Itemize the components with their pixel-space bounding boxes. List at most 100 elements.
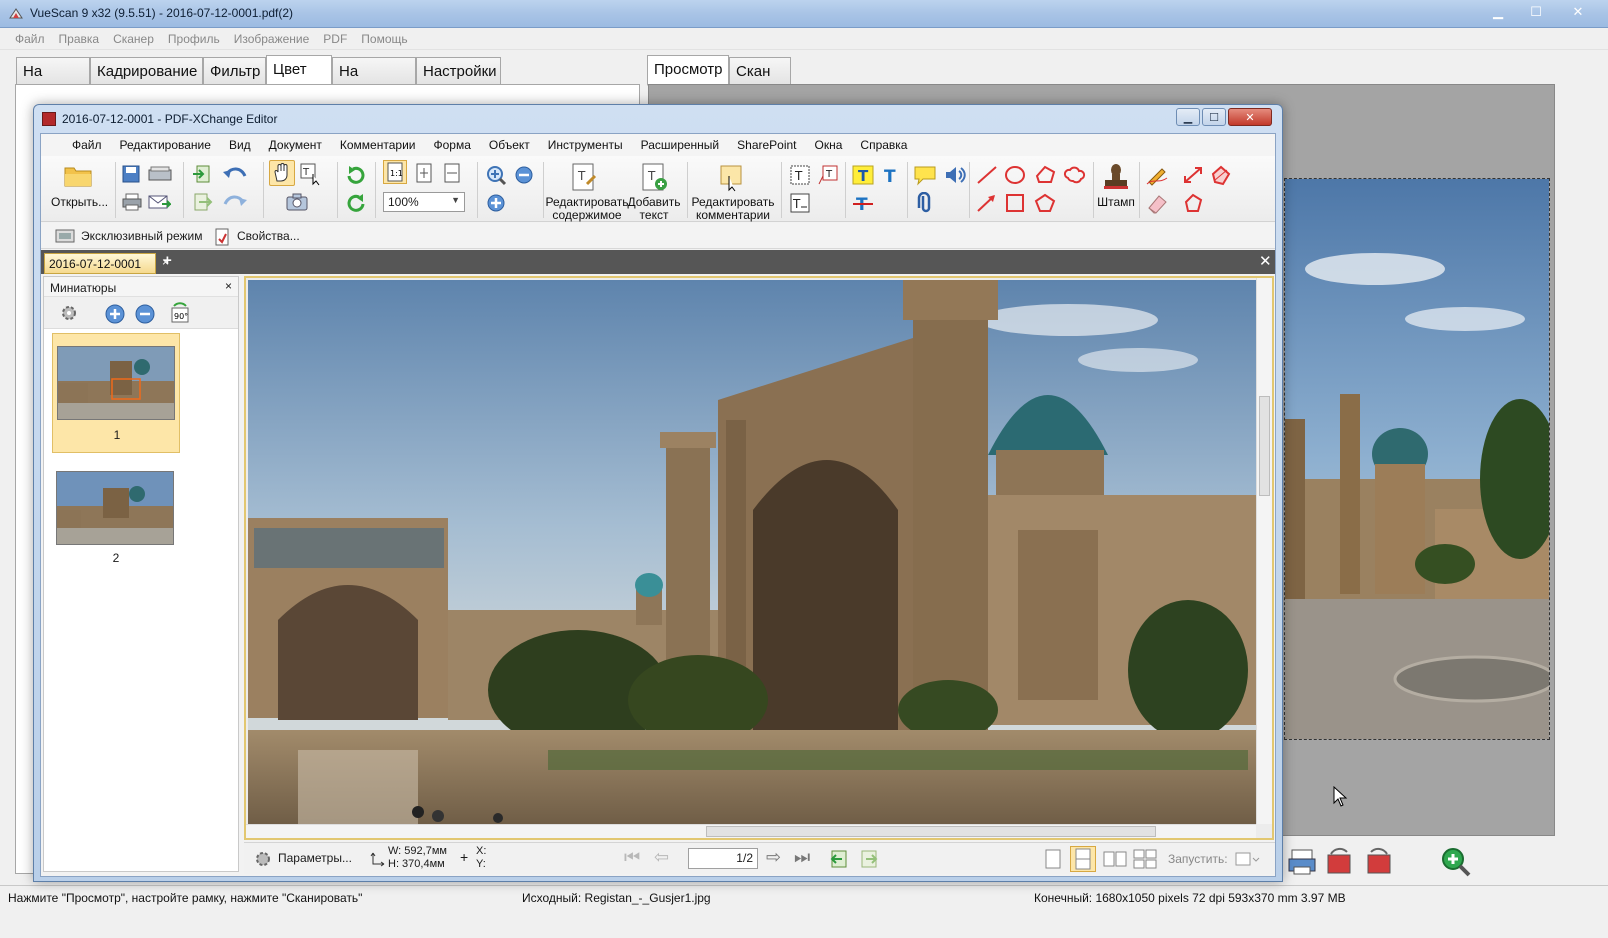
- px-menu-view[interactable]: Вид: [220, 138, 260, 152]
- page-number-input[interactable]: 1/2: [688, 848, 758, 869]
- edit-comments-label[interactable]: Редактировать комментарии: [691, 196, 775, 222]
- new-tab-icon[interactable]: +: [163, 252, 172, 269]
- px-menu-tools[interactable]: Инструменты: [539, 138, 632, 152]
- email-icon[interactable]: [147, 192, 171, 212]
- menu-file[interactable]: Файл: [8, 32, 52, 46]
- add-text-icon[interactable]: T: [639, 162, 669, 192]
- edit-content-label[interactable]: Редактировать содержимое: [545, 196, 629, 222]
- edit-content-icon[interactable]: T: [569, 162, 599, 192]
- print-icon[interactable]: [121, 192, 143, 212]
- attach-file-icon[interactable]: [913, 192, 937, 214]
- two-pages-continuous-icon[interactable]: [1132, 848, 1158, 870]
- actual-size-button[interactable]: 1:1: [383, 160, 407, 184]
- zoom-in-icon[interactable]: [1440, 846, 1472, 878]
- close-document-icon[interactable]: ✕: [1259, 252, 1272, 270]
- px-menu-sharepoint[interactable]: SharePoint: [728, 138, 805, 152]
- highlight-text-icon[interactable]: T: [851, 164, 875, 186]
- tab-scan[interactable]: Скан: [729, 57, 791, 85]
- callout-icon[interactable]: T: [817, 164, 839, 186]
- hand-tool-button[interactable]: [269, 160, 295, 186]
- close-button[interactable]: ✕: [1556, 2, 1600, 22]
- export-icon[interactable]: [191, 192, 213, 212]
- rotate-left-icon[interactable]: [1323, 846, 1355, 878]
- horizontal-scrollbar[interactable]: [246, 824, 1256, 838]
- open-button-label[interactable]: Открыть...: [51, 196, 108, 209]
- px-menu-document[interactable]: Документ: [260, 138, 331, 152]
- zoom-plus-icon[interactable]: [485, 192, 507, 214]
- open-folder-icon[interactable]: [63, 162, 93, 188]
- zoom-combobox[interactable]: 100% ▼: [383, 192, 465, 212]
- tab-prefs[interactable]: Настройки: [416, 57, 501, 85]
- arrow-icon[interactable]: [975, 192, 999, 214]
- thumbnail-page-1[interactable]: 1: [52, 333, 180, 453]
- next-page-icon[interactable]: ⇨: [766, 847, 781, 868]
- snapshot-icon[interactable]: [285, 192, 309, 212]
- zoom-in-tool-icon[interactable]: [485, 164, 507, 186]
- sound-icon[interactable]: [943, 164, 967, 186]
- launch-app-icon[interactable]: [1234, 851, 1260, 867]
- vuescan-preview-image[interactable]: [1284, 178, 1550, 740]
- enlarge-thumbnails-icon[interactable]: [104, 303, 126, 325]
- last-page-icon[interactable]: ⏭: [794, 847, 810, 868]
- save-icon[interactable]: [121, 164, 141, 184]
- edit-comments-icon[interactable]: [715, 162, 745, 192]
- tab-color[interactable]: Цвет: [266, 55, 332, 86]
- eraser-icon[interactable]: [1145, 192, 1169, 214]
- menu-help[interactable]: Помощь: [354, 32, 414, 46]
- px-menu-form[interactable]: Форма: [424, 138, 479, 152]
- strikeout-icon[interactable]: T: [851, 192, 875, 214]
- scan-icon[interactable]: [147, 164, 173, 184]
- px-minimize-button[interactable]: ▁: [1176, 108, 1200, 126]
- text-box-icon[interactable]: T: [789, 164, 811, 186]
- menu-image[interactable]: Изображение: [227, 32, 317, 46]
- close-pane-icon[interactable]: ×: [225, 279, 232, 293]
- pentagon-icon[interactable]: [1033, 192, 1057, 214]
- vertical-scrollbar[interactable]: [1256, 278, 1272, 824]
- polygon-icon[interactable]: [1033, 164, 1057, 186]
- gear-icon[interactable]: [58, 303, 80, 323]
- document-view[interactable]: [244, 276, 1274, 840]
- menu-edit[interactable]: Правка: [52, 32, 107, 46]
- document-tab[interactable]: 2016-07-12-0001 ×: [44, 253, 169, 274]
- rotate-90-icon[interactable]: 90°: [168, 302, 192, 326]
- px-menu-object[interactable]: Объект: [480, 138, 539, 152]
- exclusive-mode-button[interactable]: Эксклюзивный режим: [81, 229, 202, 243]
- tab-crop[interactable]: Кадрирование: [90, 57, 203, 85]
- px-menu-help[interactable]: Справка: [851, 138, 916, 152]
- single-page-icon[interactable]: [1042, 848, 1064, 870]
- tab-output[interactable]: На выходе: [332, 57, 416, 97]
- cloud-icon[interactable]: [1063, 164, 1087, 186]
- rotate-ccw-icon[interactable]: [345, 164, 367, 186]
- first-page-icon[interactable]: ⏮: [624, 847, 640, 868]
- print-icon[interactable]: [1286, 846, 1318, 878]
- previous-view-icon[interactable]: [828, 849, 850, 869]
- menu-scanner[interactable]: Сканер: [106, 32, 161, 46]
- undo-icon[interactable]: [221, 166, 249, 182]
- two-pages-icon[interactable]: [1102, 848, 1128, 870]
- measure-distance-icon[interactable]: [1181, 164, 1205, 186]
- select-text-icon[interactable]: T: [299, 162, 323, 186]
- fit-width-icon[interactable]: [441, 162, 463, 184]
- pencil-icon[interactable]: [1145, 164, 1169, 186]
- rotate-right-icon[interactable]: [1363, 846, 1395, 878]
- rotate-cw-icon[interactable]: [345, 192, 367, 214]
- oval-icon[interactable]: [1003, 164, 1027, 186]
- tab-input[interactable]: На входе: [16, 57, 90, 97]
- rectangle-icon[interactable]: [1003, 192, 1027, 214]
- px-menu-edit[interactable]: Редактирование: [111, 138, 220, 152]
- continuous-page-button[interactable]: [1070, 846, 1096, 872]
- minimize-button[interactable]: ▁: [1480, 2, 1516, 22]
- fit-page-icon[interactable]: [413, 162, 435, 184]
- add-text-label[interactable]: Добавить текст: [627, 196, 681, 222]
- typewriter-icon[interactable]: T: [789, 192, 811, 214]
- thumbnail-page-2[interactable]: 2: [52, 457, 180, 577]
- tab-filter[interactable]: Фильтр: [203, 57, 266, 85]
- horizontal-scroll-thumb[interactable]: [706, 826, 1156, 837]
- next-view-icon[interactable]: [858, 849, 880, 869]
- maximize-button[interactable]: ☐: [1518, 2, 1554, 22]
- px-menu-comments[interactable]: Комментарии: [331, 138, 425, 152]
- px-maximize-button[interactable]: ☐: [1202, 108, 1226, 126]
- previous-page-icon[interactable]: ⇦: [654, 847, 669, 868]
- import-icon[interactable]: [191, 164, 213, 184]
- menu-pdf[interactable]: PDF: [316, 32, 354, 46]
